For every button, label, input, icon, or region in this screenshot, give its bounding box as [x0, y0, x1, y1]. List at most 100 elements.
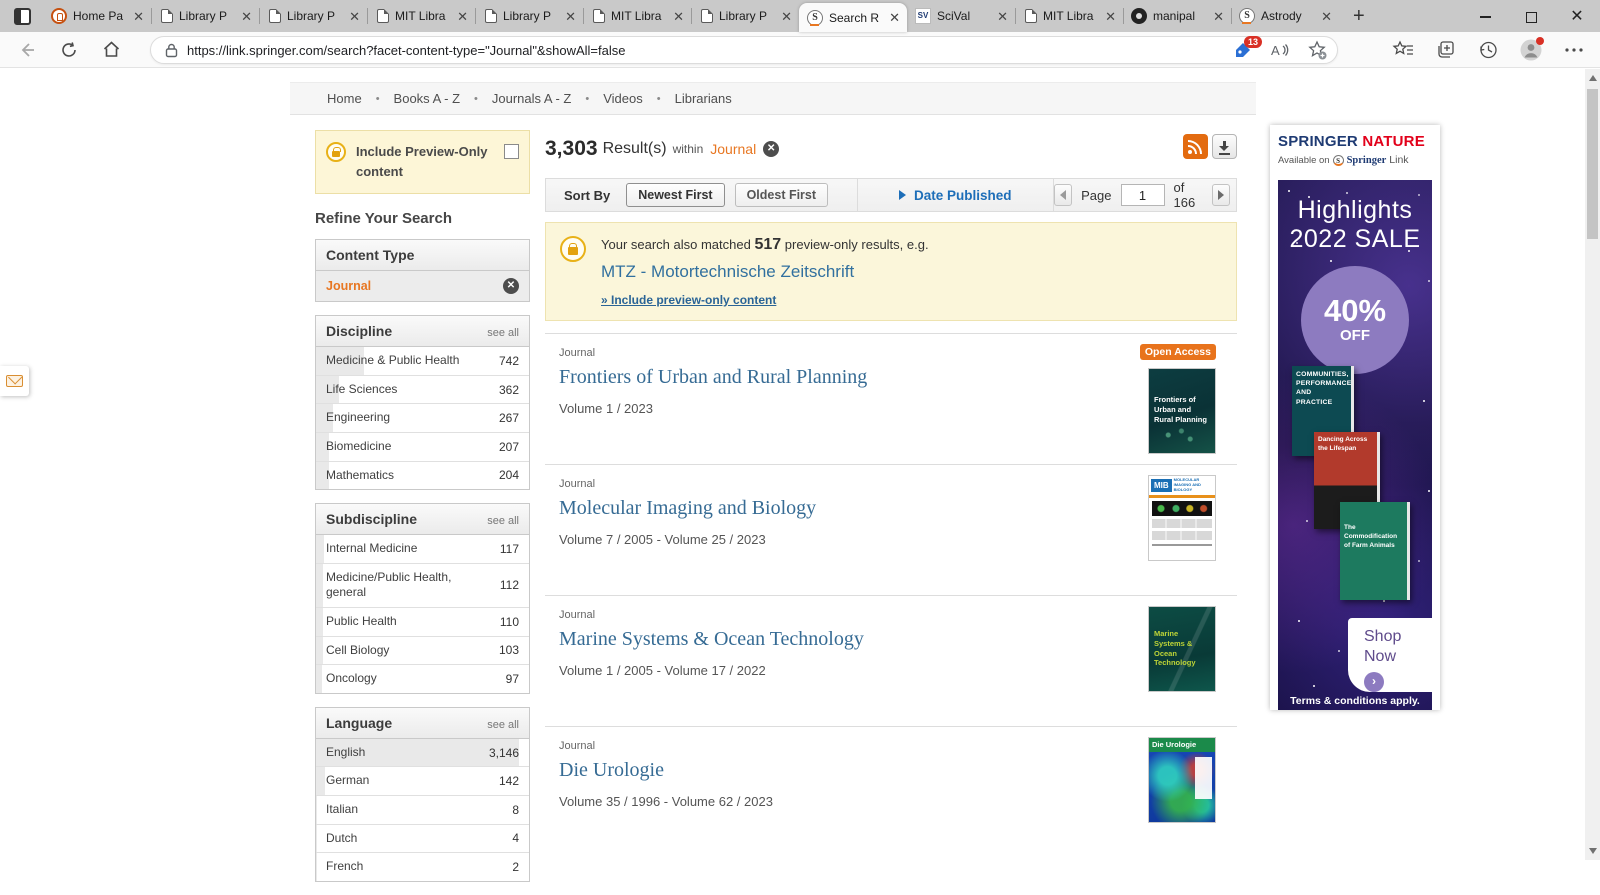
newest-first-button[interactable]: Newest First: [626, 183, 724, 207]
example-journal-link[interactable]: MTZ - Motortechnische Zeitschrift: [601, 262, 929, 282]
tab-close-icon[interactable]: ✕: [562, 10, 579, 23]
ad-banner[interactable]: Highlights 2022 SALE 40% OFF COMMUNITIES…: [1278, 180, 1432, 710]
journal-cover-thumbnail[interactable]: Die Urologie: [1148, 737, 1216, 823]
tab-close-icon[interactable]: ✕: [1102, 10, 1119, 23]
facet-count: 207: [499, 440, 519, 454]
result-title-link[interactable]: Frontiers of Urban and Rural Planning: [559, 366, 1237, 389]
browser-tab[interactable]: Home Pa✕: [43, 0, 151, 32]
next-page-button[interactable]: [1212, 184, 1230, 206]
facet-row[interactable]: German142: [316, 767, 529, 796]
browser-tab[interactable]: SSearch R✕: [799, 3, 907, 32]
date-published-toggle[interactable]: Date Published: [858, 188, 1053, 203]
tab-close-icon[interactable]: ✕: [454, 10, 471, 23]
facet-row[interactable]: Dutch4: [316, 825, 529, 854]
result-title-link[interactable]: Marine Systems & Ocean Technology: [559, 628, 1237, 651]
facet-row[interactable]: French2: [316, 853, 529, 881]
tab-close-icon[interactable]: ✕: [1210, 10, 1227, 23]
journal-cover-thumbnail[interactable]: Frontiers of Urban and Rural Planning: [1148, 368, 1216, 454]
facet-row[interactable]: Medicine/Public Health, general112: [316, 564, 529, 608]
facet-row[interactable]: Engineering267: [316, 404, 529, 433]
see-all-link[interactable]: see all: [487, 327, 519, 339]
nav-link-books-a-z[interactable]: Books A - Z: [394, 91, 460, 106]
facet-row[interactable]: Medicine & Public Health742: [316, 347, 529, 376]
tab-close-icon[interactable]: ✕: [346, 10, 363, 23]
facet-row[interactable]: Internal Medicine117: [316, 535, 529, 564]
browser-tab[interactable]: Library P✕: [151, 0, 259, 32]
favorites-icon[interactable]: [1392, 40, 1414, 60]
facet-row[interactable]: Cell Biology103: [316, 637, 529, 666]
url-text[interactable]: https://link.springer.com/search?facet-c…: [187, 43, 1233, 58]
refresh-button[interactable]: [52, 36, 86, 64]
tab-close-icon[interactable]: ✕: [670, 10, 687, 23]
profile-avatar[interactable]: [1520, 39, 1542, 61]
shopping-coupon-icon[interactable]: 13: [1233, 40, 1253, 60]
window-close-button[interactable]: ✕: [1554, 6, 1600, 26]
browser-tab[interactable]: MIT Libra✕: [367, 0, 475, 32]
include-preview-link[interactable]: » Include preview-only content: [601, 293, 929, 307]
journal-cover-thumbnail[interactable]: Marine Systems & Ocean Technology: [1148, 606, 1216, 692]
download-results-button[interactable]: [1212, 134, 1237, 159]
see-all-link[interactable]: see all: [487, 515, 519, 527]
read-aloud-icon[interactable]: A: [1269, 41, 1291, 59]
scroll-down-arrow[interactable]: [1589, 848, 1597, 854]
home-button[interactable]: [94, 36, 128, 64]
result-title-link[interactable]: Die Urologie: [559, 759, 1237, 782]
back-button[interactable]: [10, 36, 44, 64]
browser-tab[interactable]: Library P✕: [691, 0, 799, 32]
nav-link-home[interactable]: Home: [327, 91, 362, 106]
journal-cover-thumbnail[interactable]: MIBMOLECULAR IMAGING AND BIOLOGY: [1148, 475, 1216, 561]
nav-link-librarians[interactable]: Librarians: [675, 91, 732, 106]
browser-tab[interactable]: SAstrody✕: [1231, 0, 1339, 32]
feedback-envelope-button[interactable]: [0, 366, 29, 396]
browser-tab[interactable]: Library P✕: [259, 0, 367, 32]
settings-menu-icon[interactable]: [1564, 47, 1584, 53]
window-minimize-button[interactable]: [1462, 9, 1508, 24]
oldest-first-button[interactable]: Oldest First: [735, 183, 828, 207]
tab-close-icon[interactable]: ✕: [886, 11, 903, 24]
facet-row[interactable]: Biomedicine207: [316, 433, 529, 462]
scroll-up-arrow[interactable]: [1589, 75, 1597, 81]
tab-close-icon[interactable]: ✕: [238, 10, 255, 23]
tab-close-icon[interactable]: ✕: [994, 10, 1011, 23]
browser-tab[interactable]: manipal✕: [1123, 0, 1231, 32]
facet-row[interactable]: English3,146: [316, 739, 529, 768]
new-tab-button[interactable]: +: [1353, 5, 1365, 28]
shop-now-button[interactable]: ShopNow ›: [1348, 618, 1432, 692]
remove-filter-icon[interactable]: ✕: [503, 278, 519, 294]
browser-tab[interactable]: SVSciVal✕: [907, 0, 1015, 32]
remove-filter-icon[interactable]: ✕: [763, 141, 779, 157]
collections-icon[interactable]: [1436, 40, 1456, 60]
active-filter-label[interactable]: Journal: [710, 141, 756, 157]
add-favorite-icon[interactable]: [1307, 40, 1327, 60]
page-scrollbar[interactable]: [1585, 69, 1600, 860]
facet-row[interactable]: Public Health110: [316, 608, 529, 637]
facet-row[interactable]: Italian8: [316, 796, 529, 825]
springer-nature-ad[interactable]: SPRINGER NATURE Available on S Springer …: [1270, 125, 1440, 710]
workspaces-icon[interactable]: [14, 8, 31, 25]
browser-tab[interactable]: MIT Libra✕: [583, 0, 691, 32]
rss-feed-button[interactable]: [1183, 134, 1208, 159]
facet-count: 97: [506, 672, 519, 686]
sv-favicon-icon: SV: [915, 8, 931, 24]
tab-close-icon[interactable]: ✕: [1318, 10, 1335, 23]
nav-link-videos[interactable]: Videos: [603, 91, 643, 106]
facet-row[interactable]: Oncology97: [316, 665, 529, 693]
scrollbar-thumb[interactable]: [1587, 89, 1598, 239]
browser-tab[interactable]: Library P✕: [475, 0, 583, 32]
tab-close-icon[interactable]: ✕: [130, 10, 147, 23]
nav-link-journals-a-z[interactable]: Journals A - Z: [492, 91, 571, 106]
history-icon[interactable]: [1478, 40, 1498, 60]
page-number-input[interactable]: [1121, 184, 1165, 206]
previous-page-button[interactable]: [1054, 184, 1072, 206]
tab-close-icon[interactable]: ✕: [778, 10, 795, 23]
result-item: JournalDie UrologieVolume 35 / 1996 - Vo…: [545, 726, 1237, 857]
browser-tab[interactable]: MIT Libra✕: [1015, 0, 1123, 32]
content-type-value[interactable]: Journal: [326, 279, 371, 293]
see-all-link[interactable]: see all: [487, 719, 519, 731]
address-bar[interactable]: https://link.springer.com/search?facet-c…: [150, 36, 1338, 64]
result-title-link[interactable]: Molecular Imaging and Biology: [559, 497, 1237, 520]
window-restore-button[interactable]: [1508, 9, 1554, 24]
facet-row[interactable]: Life Sciences362: [316, 376, 529, 405]
facet-row[interactable]: Mathematics204: [316, 462, 529, 490]
include-preview-only-checkbox[interactable]: [504, 144, 519, 159]
